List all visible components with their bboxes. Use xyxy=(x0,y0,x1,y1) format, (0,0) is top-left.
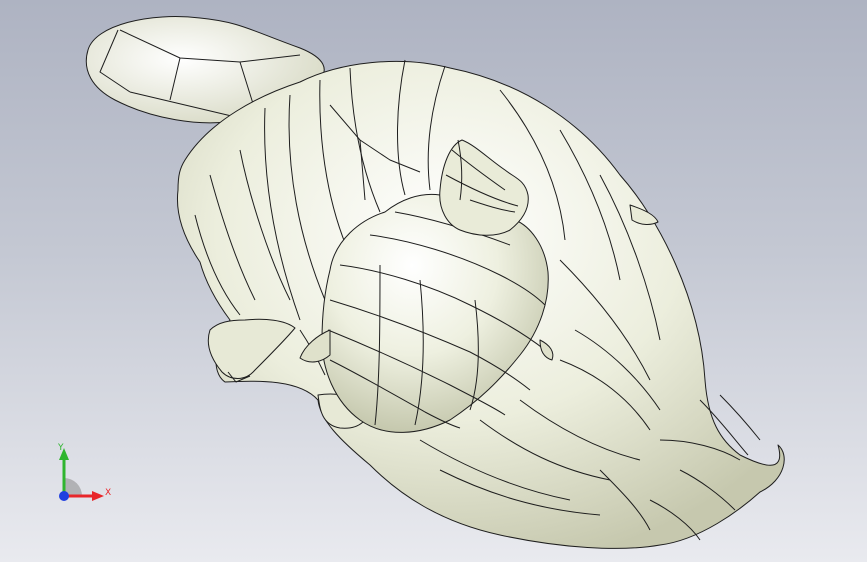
3d-model[interactable] xyxy=(0,0,867,562)
z-axis-dot xyxy=(59,491,69,501)
axis-triad: Y X xyxy=(57,443,111,501)
3d-viewport[interactable]: Y X xyxy=(0,0,867,562)
x-axis-arrow xyxy=(92,491,104,501)
y-axis-label: Y xyxy=(57,443,64,453)
x-axis-label: X xyxy=(105,488,111,498)
